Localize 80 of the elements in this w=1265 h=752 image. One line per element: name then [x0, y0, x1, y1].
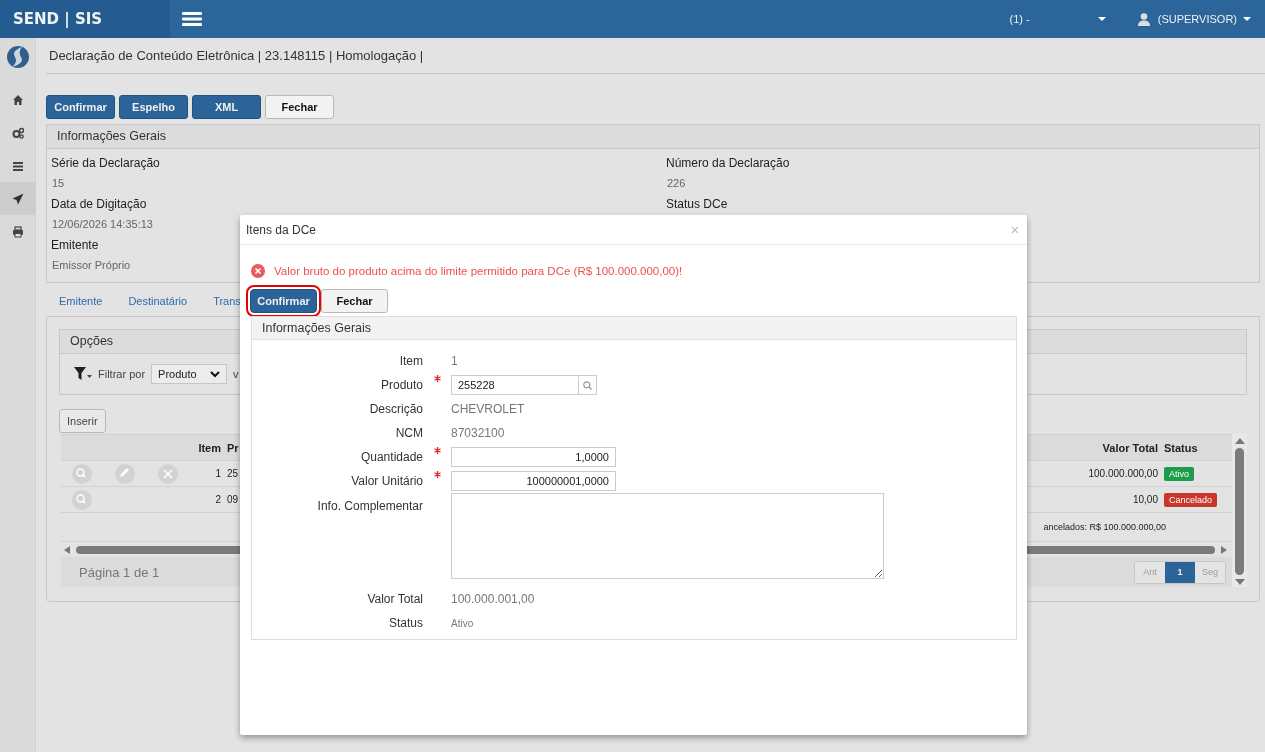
filter-label: Filtrar por: [98, 368, 146, 380]
field-label: Status: [387, 616, 423, 630]
input-field[interactable]: 100000001,0000: [451, 471, 616, 491]
sidebar-item[interactable]: [0, 182, 35, 215]
user-icon: [1137, 12, 1150, 26]
field-label: Produto: [379, 378, 423, 392]
field-label: Status DCe: [666, 196, 728, 213]
field-label: Número da Declaração: [666, 155, 790, 172]
summary-text: ancelados: R$ 100.000.000,00: [1043, 522, 1166, 532]
field-value: 12/06/2026 14:35:13: [51, 217, 153, 232]
tab[interactable]: Emitente: [46, 295, 116, 307]
page-info: Página 1 de 1: [79, 564, 160, 580]
column-header: Item: [197, 441, 221, 454]
table-cell-text: 2: [214, 494, 221, 505]
page-title: Declaração de Conteúdo Eletrônica | 23.148115 | Homologação |: [46, 38, 1265, 74]
table-cell-text: 09: [226, 494, 240, 505]
panel-title: Informações Gerais: [47, 125, 1259, 149]
table-cell-text: 25: [226, 468, 240, 479]
field-value: Emissor Próprio: [51, 258, 131, 273]
search-icon: [583, 380, 592, 390]
field-value: 1: [451, 354, 458, 368]
filter-icon[interactable]: [74, 367, 92, 381]
vertical-scrollbar[interactable]: [1232, 434, 1247, 587]
field-label: Item: [398, 354, 423, 368]
column-header: Status: [1163, 441, 1199, 454]
field-label: Emitente: [51, 237, 99, 254]
caret-icon: [1097, 17, 1106, 21]
field-label: Quantidade: [359, 450, 423, 464]
error-icon: [251, 264, 265, 278]
table-cell-text: 1: [214, 468, 221, 479]
gears-icon: [11, 126, 24, 139]
field-value: 226: [666, 176, 686, 191]
primary-button[interactable]: Espelho: [119, 95, 188, 119]
column-header: Pr: [226, 441, 240, 454]
scroll-down-icon: [1234, 579, 1245, 585]
panel-title: Informações Gerais: [252, 317, 1016, 340]
insert-button[interactable]: Inserir: [59, 409, 106, 433]
error-message: Valor bruto do produto acima do limite permitido para DCe (R$ 100.000.000,00)!: [274, 265, 683, 277]
scroll-right-icon: [1221, 545, 1227, 554]
logo-icon: [5, 45, 30, 69]
field-value: 15: [51, 176, 65, 191]
chevron-icon: [210, 370, 221, 378]
table-cell-text: 100.000.000,00: [1087, 468, 1158, 479]
field-label: NCM: [394, 426, 423, 440]
status-badge: Ativo: [1164, 466, 1194, 481]
input-field[interactable]: 255228: [451, 375, 579, 395]
field-label: Valor Unitário: [350, 474, 423, 488]
dialog-title: Itens da DCe: [246, 222, 317, 237]
table-cell-text: 10,00: [1131, 494, 1158, 505]
status-badge: Cancelado: [1164, 492, 1218, 507]
field-label: Info. Complementar: [316, 498, 423, 513]
field-label: Data de Digitação: [51, 196, 147, 213]
secondary-button[interactable]: Fechar: [265, 95, 334, 119]
field-label: Descrição: [368, 402, 423, 416]
page-button[interactable]: 1: [1165, 561, 1195, 583]
secondary-button[interactable]: Fechar: [321, 289, 388, 313]
column-header: Valor Total: [1101, 441, 1158, 454]
list-icon: [11, 159, 24, 172]
field-label: Série da Declaração: [51, 155, 160, 172]
field-value: 87032100: [451, 426, 505, 440]
primary-button[interactable]: Confirmar: [46, 95, 115, 119]
search-button[interactable]: [579, 375, 597, 395]
printer-icon: [11, 225, 24, 238]
select-field[interactable]: Produto: [151, 364, 228, 384]
home-icon: [11, 93, 24, 106]
user-menu[interactable]: (SUPERVISOR): [1137, 12, 1251, 26]
caret-icon: [1243, 17, 1251, 21]
tab[interactable]: Destinatário: [115, 295, 201, 307]
input-field[interactable]: 1,0000: [451, 447, 616, 467]
field-label: v: [233, 368, 239, 380]
scroll-up-icon: [1234, 438, 1245, 444]
company-selector[interactable]: (1) -: [1009, 13, 1106, 25]
field-value: Ativo: [451, 617, 474, 629]
scroll-left-icon: [64, 545, 70, 554]
menu-icon[interactable]: [182, 12, 202, 26]
field-value: CHEVROLET: [451, 402, 525, 416]
field-label: Valor Total: [366, 592, 423, 606]
paper-plane-icon: [11, 192, 24, 205]
app-logo-text: SEND | SIS: [12, 10, 103, 28]
primary-button[interactable]: XML: [192, 95, 261, 119]
